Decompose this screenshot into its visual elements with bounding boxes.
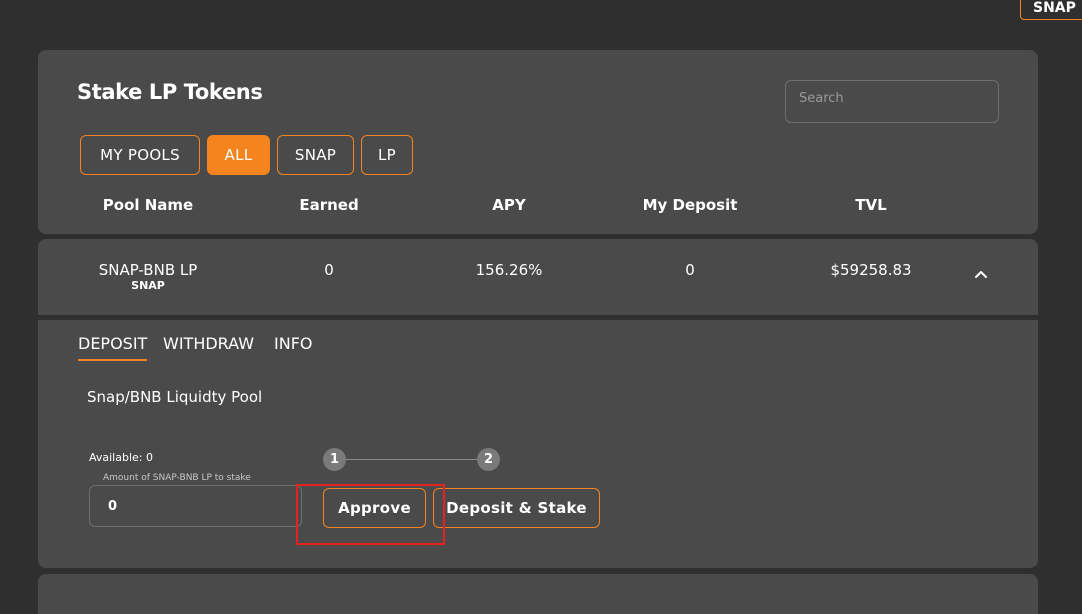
tab-deposit[interactable]: DEPOSIT	[78, 334, 148, 361]
column-earned: Earned	[299, 196, 359, 214]
pool-detail-panel: DEPOSIT WITHDRAW INFO Snap/BNB Liquidty …	[38, 320, 1038, 568]
available-balance: Available: 0	[89, 451, 153, 464]
step-indicator-1: 1	[323, 448, 346, 471]
search-input[interactable]	[785, 80, 999, 123]
deposit-stake-button[interactable]: Deposit & Stake	[433, 488, 600, 528]
pool-earned: 0	[324, 261, 334, 279]
filter-tab-lp[interactable]: LP	[361, 135, 413, 175]
stake-panel-header: Stake LP Tokens MY POOLS ALL SNAP LP Poo…	[38, 50, 1038, 234]
approve-highlight-box	[296, 484, 445, 545]
next-pool-row	[38, 574, 1038, 614]
page-title: Stake LP Tokens	[77, 80, 263, 104]
column-apy: APY	[492, 196, 526, 214]
tab-info[interactable]: INFO	[274, 334, 312, 359]
pool-tvl: $59258.83	[830, 261, 912, 279]
pool-description: Snap/BNB Liquidty Pool	[87, 388, 263, 406]
pool-name: SNAP-BNB LP	[98, 261, 198, 279]
column-pool-name: Pool Name	[102, 196, 194, 214]
step-indicator-2: 2	[477, 448, 500, 471]
filter-tab-snap[interactable]: SNAP	[277, 135, 354, 175]
chevron-up-icon[interactable]	[974, 267, 988, 281]
filter-tab-my-pools[interactable]: MY POOLS	[80, 135, 200, 175]
amount-input[interactable]	[89, 485, 302, 527]
pool-row[interactable]: SNAP-BNB LP SNAP 0 156.26% 0 $59258.83	[38, 239, 1038, 315]
tab-withdraw[interactable]: WITHDRAW	[163, 334, 254, 359]
snap-token-button[interactable]: SNAP	[1020, 0, 1082, 20]
table-header: Pool Name Earned APY My Deposit TVL	[38, 196, 1038, 218]
amount-input-value: 0	[108, 499, 118, 514]
column-my-deposit: My Deposit	[642, 196, 738, 214]
filter-tab-all[interactable]: ALL	[207, 135, 270, 175]
pool-token-label: SNAP	[131, 279, 165, 292]
amount-input-label: Amount of SNAP-BNB LP to stake	[103, 473, 253, 484]
pool-my-deposit: 0	[685, 261, 695, 279]
pool-apy: 156.26%	[475, 261, 543, 279]
column-tvl: TVL	[855, 196, 887, 214]
step-connector	[346, 459, 479, 460]
